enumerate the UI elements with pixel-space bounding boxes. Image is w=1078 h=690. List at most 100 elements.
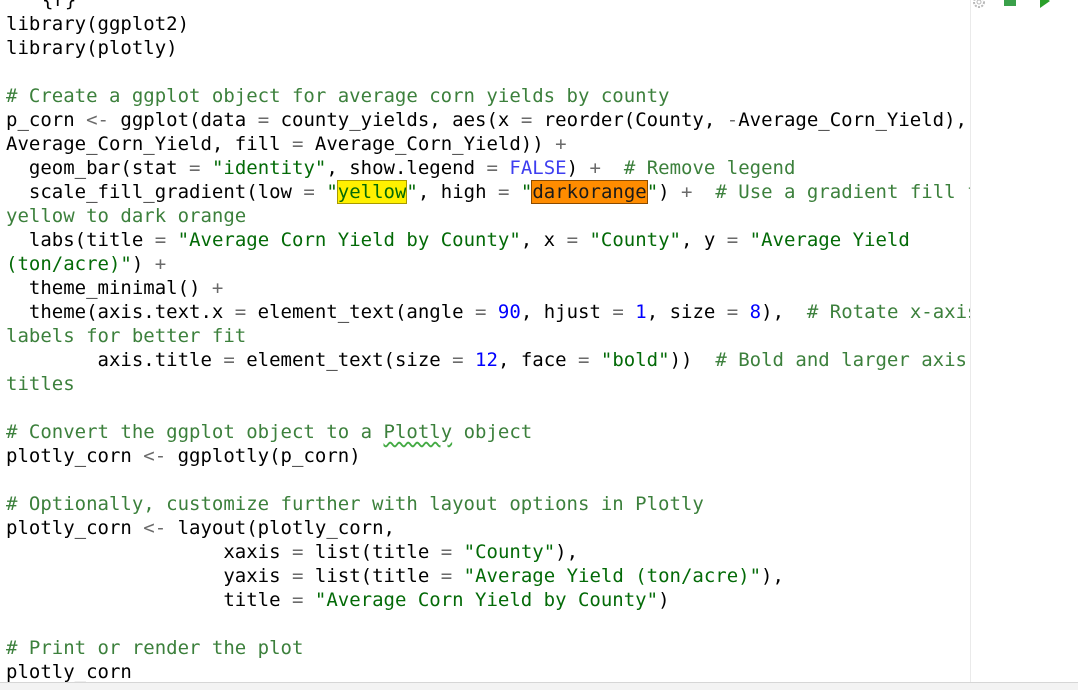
code-line: title = "Average Corn Yield by County") [6, 588, 669, 612]
comment-text: # Convert the ggplot object to a [6, 421, 384, 443]
code-text: library(ggplot2) [6, 13, 190, 35]
string-literal: "Average Corn Yield by County" [314, 589, 659, 611]
chunk-header-text: {r} [42, 0, 77, 11]
string-literal: "Average Corn Yield by County" [177, 229, 521, 251]
comment-text: # Use a gradient fill from [715, 181, 970, 203]
code-text: labs(title [6, 229, 155, 251]
code-text: element_text(angle [246, 301, 476, 323]
operator: = [154, 229, 167, 251]
code-text: list(title [303, 565, 441, 587]
comment-text: # Remove legend [623, 157, 796, 179]
code-text: , size [646, 301, 727, 323]
code-text: )) [669, 349, 716, 371]
operator: + [589, 157, 601, 179]
operator: = [291, 589, 304, 611]
spellcheck-word: Plotly [383, 421, 453, 443]
code-line: scale_fill_gradient(low = "yellow", high… [6, 180, 970, 204]
code-text: geom_bar(stat [6, 157, 190, 179]
run-chunk-icon[interactable] [1040, 0, 1050, 8]
code-text: ), [761, 565, 784, 587]
comment-text: # Bold and larger axis [715, 349, 967, 371]
operator: + [555, 133, 567, 155]
code-line: labels for better fit [6, 324, 246, 348]
code-text: library(plotly) [6, 37, 178, 59]
operator: <- [86, 109, 109, 131]
string-literal: "Average Yield [749, 229, 910, 251]
operator: <- [143, 517, 167, 539]
code-text: plotly_corn [6, 445, 144, 467]
number-literal: 90 [497, 301, 521, 323]
code-text: p_corn [6, 109, 87, 131]
code-line: titles [6, 372, 75, 396]
string-quote: " [326, 181, 338, 203]
code-text: , show.legend [326, 157, 487, 179]
code-line: plotly_corn <- layout(plotly_corn, [6, 516, 395, 540]
color-highlight-orange: darkorange [531, 180, 648, 204]
code-text: layout(plotly_corn, [166, 517, 395, 539]
operator: = [612, 301, 624, 323]
code-line: theme(axis.text.x = element_text(angle =… [6, 300, 970, 324]
operator: = [223, 349, 235, 371]
operator: = [497, 181, 510, 203]
code-text: ) [566, 157, 590, 179]
operator: = [578, 349, 590, 371]
operator: + [211, 277, 224, 299]
operator: = [566, 229, 579, 251]
comment-text: # Rotate x-axis [806, 301, 970, 323]
collapse-chunk-icon[interactable] [1004, 0, 1016, 6]
code-text: , high [417, 181, 498, 203]
operator: + [681, 181, 693, 203]
string-quote: " [646, 181, 659, 203]
code-text: plotly_corn [6, 517, 144, 539]
code-text: ) [658, 181, 682, 203]
string-literal: "identity" [211, 157, 327, 179]
code-text: yaxis [6, 565, 292, 587]
code-line: yaxis = list(title = "Average Yield (ton… [6, 564, 784, 588]
code-text: , face [497, 349, 579, 371]
comment-text: # Create a ggplot object for average cor… [6, 85, 670, 107]
operator: <- [143, 445, 167, 467]
code-line: # Convert the ggplot object to a Plotly … [6, 420, 532, 444]
operator: = [726, 301, 739, 323]
code-text: plotly_corn [6, 661, 132, 682]
comment-text: object [452, 421, 533, 443]
operator: = [452, 349, 464, 371]
code-line: Average_Corn_Yield, fill = Average_Corn_… [6, 132, 567, 156]
code-text: , x [520, 229, 567, 251]
operator: = [257, 109, 270, 131]
operator: = [486, 157, 498, 179]
operator: = [440, 541, 453, 563]
code-text: scale_fill_gradient(low [6, 181, 304, 203]
operator: = [475, 301, 487, 323]
string-quote: " [406, 181, 418, 203]
code-line: xaxis = list(title = "County"), [6, 540, 578, 564]
code-text: ggplotly(p_corn) [166, 445, 361, 467]
operator: = [726, 229, 739, 251]
color-highlight-yellow: yellow [336, 180, 408, 204]
operator: = [303, 181, 315, 203]
string-literal: (ton/acre)" [6, 253, 132, 275]
code-text: ) [131, 253, 155, 275]
comment-text: yellow to dark orange [6, 205, 247, 227]
code-line: p_corn <- ggplot(data = county_yields, a… [6, 108, 970, 132]
operator: = [520, 109, 533, 131]
gear-icon[interactable] [972, 0, 986, 8]
code-line: {r} [6, 0, 76, 12]
code-text: , hjust [520, 301, 613, 323]
code-text: ggplot(data [108, 109, 258, 131]
code-text: list(title [303, 541, 441, 563]
code-line: plotly_corn [6, 660, 132, 682]
code-editor[interactable]: {r} library(ggplot2) library(plotly) # C… [0, 0, 970, 682]
code-text: theme(axis.text.x [6, 301, 235, 323]
